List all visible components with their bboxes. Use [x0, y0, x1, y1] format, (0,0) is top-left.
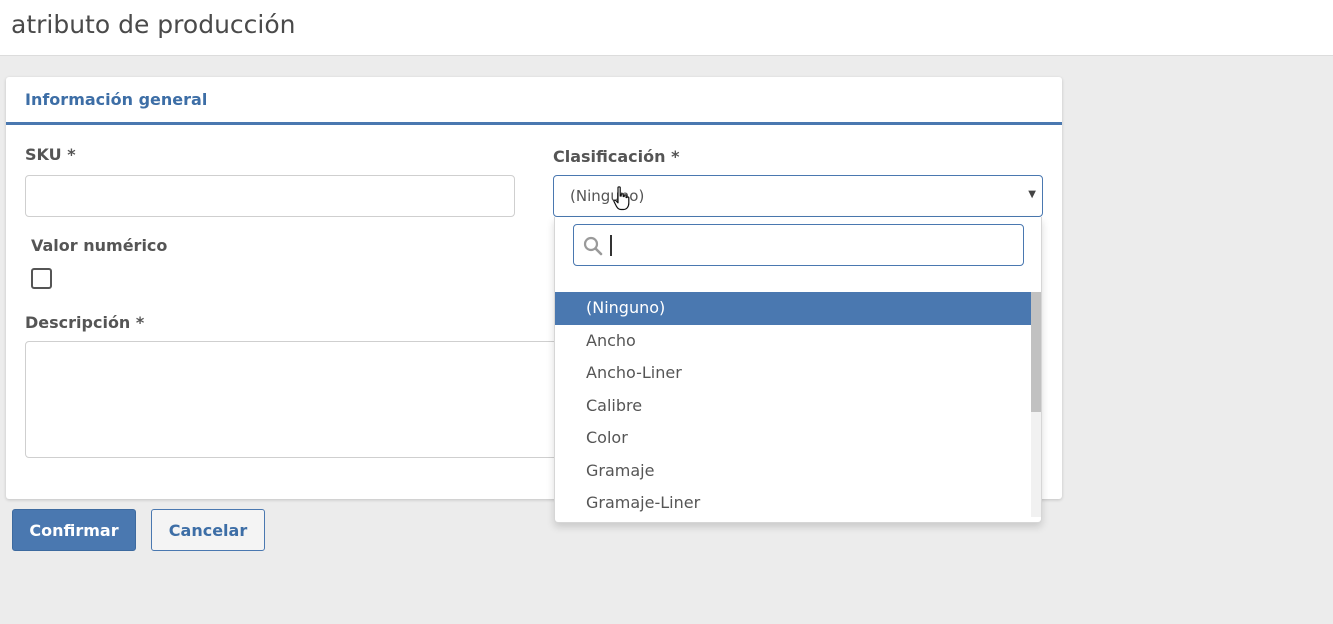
descripcion-label: Descripción * — [25, 313, 145, 332]
clasificacion-dropdown: (Ninguno) Ancho Ancho-Liner Calibre Color Gra… — [554, 217, 1042, 523]
dropdown-option[interactable]: Gramaje-Liner — [555, 487, 1031, 517]
valor-numerico-label: Valor numérico — [31, 236, 168, 255]
clasificacion-select-value: (Ninguno) — [570, 187, 645, 205]
dropdown-search-input[interactable] — [608, 233, 1008, 257]
dropdown-scrollbar[interactable] — [1031, 292, 1041, 517]
chevron-down-icon: ▼ — [1028, 189, 1036, 200]
confirm-button[interactable]: Confirmar — [12, 509, 136, 551]
hand-pointer-icon — [613, 186, 630, 211]
dropdown-option[interactable]: Calibre — [555, 390, 1031, 423]
dropdown-options-list: (Ninguno) Ancho Ancho-Liner Calibre Color Gra… — [555, 292, 1031, 517]
dropdown-option[interactable]: Ancho-Liner — [555, 357, 1031, 390]
panel-title: Información general — [25, 90, 208, 109]
clasificacion-label: Clasificación * — [553, 147, 680, 166]
dropdown-option[interactable]: Ancho — [555, 325, 1031, 358]
dropdown-option[interactable]: Gramaje — [555, 455, 1031, 488]
search-icon — [583, 236, 603, 256]
dropdown-option[interactable]: Color — [555, 422, 1031, 455]
dropdown-search-box[interactable] — [573, 224, 1024, 266]
sku-label: SKU * — [25, 145, 76, 164]
valor-numerico-checkbox[interactable] — [31, 268, 52, 289]
cancel-button[interactable]: Cancelar — [151, 509, 265, 551]
panel-header: Información general — [6, 77, 1062, 125]
page-title: atributo de producción — [11, 10, 296, 39]
descripcion-textarea[interactable] — [25, 341, 585, 458]
top-bar: atributo de producción — [0, 0, 1333, 56]
dropdown-scrollbar-thumb[interactable] — [1031, 292, 1041, 412]
text-caret — [610, 235, 612, 256]
sku-input[interactable] — [25, 175, 515, 217]
dropdown-option[interactable]: (Ninguno) — [555, 292, 1031, 325]
